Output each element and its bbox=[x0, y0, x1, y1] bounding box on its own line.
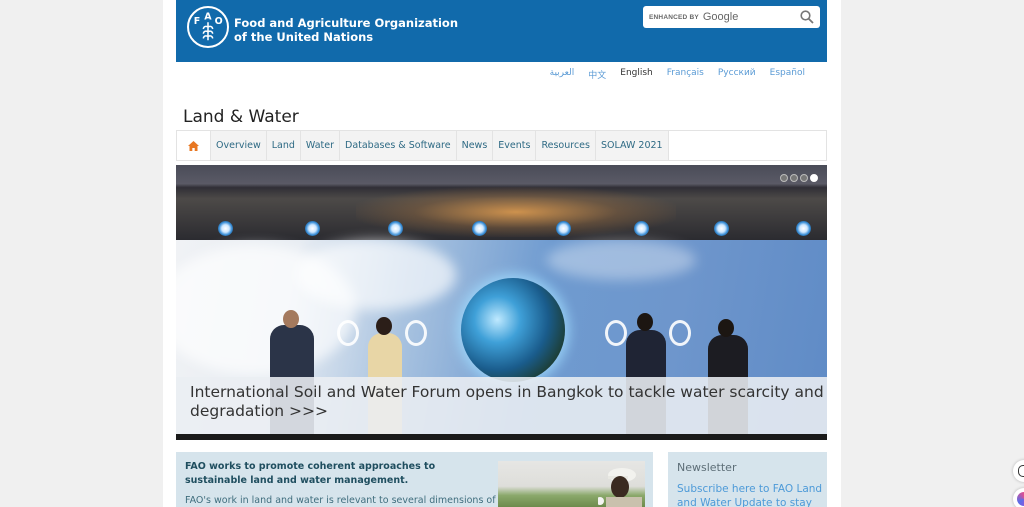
farmer-image bbox=[598, 468, 642, 507]
forum-logo-ring bbox=[669, 320, 691, 346]
stage-light bbox=[796, 221, 811, 236]
stage-light bbox=[634, 221, 649, 236]
slide-caption-link[interactable]: International Soil and Water Forum opens… bbox=[176, 377, 827, 434]
main-nav: Overview Land Water Databases & Software… bbox=[176, 130, 827, 161]
nav-filler bbox=[668, 131, 826, 160]
language-selector: العربية 中文 English Français Русский Espa… bbox=[163, 68, 805, 81]
stage-light bbox=[388, 221, 403, 236]
nav-databases-software[interactable]: Databases & Software bbox=[340, 131, 457, 160]
svg-text:F: F bbox=[194, 16, 201, 27]
slider-bottom-band bbox=[176, 434, 827, 440]
forum-logo-ring bbox=[337, 320, 359, 346]
search-input[interactable]: ENHANCED BY Google bbox=[643, 6, 820, 28]
language-english[interactable]: English bbox=[620, 68, 653, 81]
search-provider: Google bbox=[702, 11, 739, 23]
person-head bbox=[283, 310, 299, 328]
person-head bbox=[637, 313, 653, 331]
nav-water[interactable]: Water bbox=[300, 131, 340, 160]
search-icon[interactable] bbox=[800, 10, 814, 24]
nav-overview[interactable]: Overview bbox=[211, 131, 267, 160]
person-head bbox=[718, 319, 734, 337]
hero-slider[interactable]: International Soil and Water Forum opens… bbox=[176, 165, 827, 440]
stage-light bbox=[218, 221, 233, 236]
org-name-line2: of the United Nations bbox=[234, 30, 374, 44]
language-russian[interactable]: Русский bbox=[718, 68, 756, 81]
slide-image-glow bbox=[356, 187, 676, 237]
nav-resources[interactable]: Resources bbox=[536, 131, 596, 160]
svg-text:O: O bbox=[215, 16, 223, 27]
site-header: F A O Food and Agriculture Organization … bbox=[176, 0, 827, 62]
slider-pagination bbox=[780, 174, 818, 182]
intro-photo bbox=[498, 461, 645, 507]
language-chinese[interactable]: 中文 bbox=[588, 68, 606, 81]
slide-image-globe bbox=[461, 278, 565, 382]
nav-events[interactable]: Events bbox=[493, 131, 537, 160]
fao-logo[interactable]: F A O bbox=[187, 6, 229, 48]
stage-light bbox=[714, 221, 729, 236]
nav-solaw-2021[interactable]: SOLAW 2021 bbox=[595, 131, 669, 160]
cloud bbox=[296, 240, 456, 310]
page-title: Land & Water bbox=[183, 107, 299, 127]
nav-news[interactable]: News bbox=[456, 131, 494, 160]
org-name-line1: Food and Agriculture Organization bbox=[234, 16, 459, 30]
page-container: F A O Food and Agriculture Organization … bbox=[163, 0, 841, 507]
assistant-icon bbox=[1017, 492, 1024, 506]
newsletter-subscribe-link[interactable]: Subscribe here to FAO Land and Water Upd… bbox=[677, 482, 827, 507]
copy-icon bbox=[1018, 465, 1024, 477]
fao-emblem-icon: F A O bbox=[194, 11, 223, 41]
slide-caption-line1: International Soil and Water Forum opens… bbox=[190, 383, 827, 401]
language-spanish[interactable]: Español bbox=[770, 68, 805, 81]
svg-text:A: A bbox=[204, 11, 212, 22]
newsletter-title: Newsletter bbox=[677, 461, 737, 474]
stage-light bbox=[305, 221, 320, 236]
search-enhanced-by: ENHANCED BY bbox=[649, 13, 699, 21]
slider-dot-4[interactable] bbox=[810, 174, 818, 182]
slide-caption-line2: degradation >>> bbox=[190, 402, 329, 420]
cloud bbox=[546, 240, 696, 280]
slider-dot-3[interactable] bbox=[800, 174, 808, 182]
nav-home[interactable] bbox=[177, 131, 211, 160]
person-head bbox=[376, 317, 392, 335]
slider-dot-2[interactable] bbox=[790, 174, 798, 182]
organization-name[interactable]: Food and Agriculture Organization of the… bbox=[234, 16, 458, 44]
nav-land[interactable]: Land bbox=[266, 131, 301, 160]
slider-dot-1[interactable] bbox=[780, 174, 788, 182]
stage-light bbox=[556, 221, 571, 236]
forum-logo-ring bbox=[605, 320, 627, 346]
floating-copy-button[interactable] bbox=[1013, 460, 1024, 482]
stage-light bbox=[472, 221, 487, 236]
newsletter-panel: Newsletter Subscribe here to FAO Land an… bbox=[668, 452, 827, 507]
intro-body: FAO's work in land and water is relevant… bbox=[185, 495, 496, 506]
forum-logo-ring bbox=[405, 320, 427, 346]
language-arabic[interactable]: العربية bbox=[550, 68, 575, 81]
language-french[interactable]: Français bbox=[667, 68, 704, 81]
floating-assistant-button[interactable] bbox=[1013, 488, 1024, 507]
home-icon bbox=[188, 140, 199, 151]
intro-headline: FAO works to promote coherent approaches… bbox=[185, 461, 436, 486]
intro-panel: FAO works to promote coherent approaches… bbox=[176, 452, 653, 507]
